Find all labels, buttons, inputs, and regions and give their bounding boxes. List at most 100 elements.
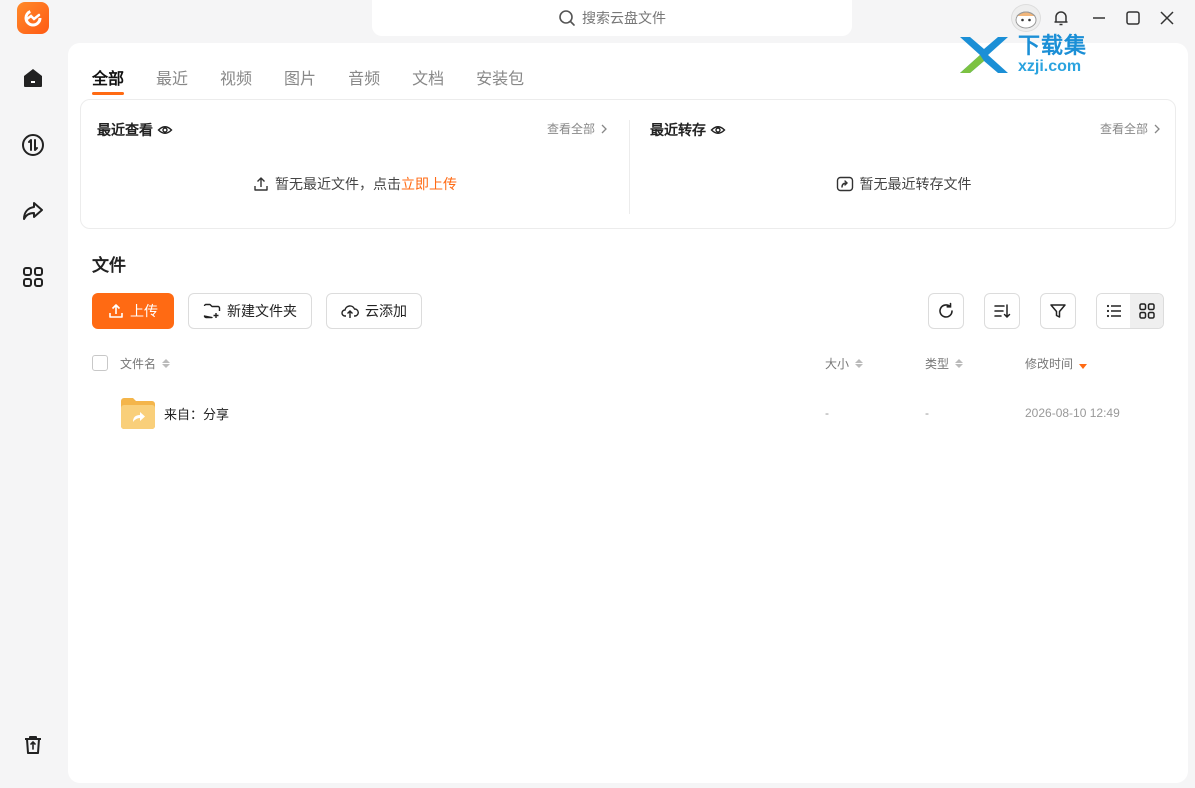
files-section-title: 文件 bbox=[92, 256, 126, 275]
table-row[interactable]: 来自：分享 - - 2026-08-10 12:49 bbox=[92, 391, 1164, 435]
file-name: 来自：分享 bbox=[164, 406, 230, 422]
column-name-label: 文件名 bbox=[120, 357, 157, 371]
recent-saved-empty: 暂无最近转存文件 bbox=[630, 174, 1177, 194]
minimize-button[interactable] bbox=[1089, 8, 1109, 28]
grid-icon bbox=[23, 267, 43, 287]
sort-button[interactable] bbox=[984, 293, 1020, 329]
list-view-button[interactable] bbox=[1097, 294, 1130, 328]
tab-video[interactable]: 视频 bbox=[220, 65, 252, 95]
select-all-checkbox[interactable] bbox=[92, 355, 108, 371]
bell-icon bbox=[1054, 11, 1068, 26]
tab-recent[interactable]: 最近 bbox=[156, 65, 188, 95]
sort-icon bbox=[994, 304, 1011, 319]
minimize-icon bbox=[1093, 17, 1105, 19]
upload-now-link[interactable]: 立即上传 bbox=[401, 174, 457, 194]
file-type: - bbox=[925, 406, 929, 420]
close-icon bbox=[1160, 11, 1174, 25]
filter-button[interactable] bbox=[1040, 293, 1076, 329]
tab-document[interactable]: 文档 bbox=[412, 65, 444, 95]
tab-package[interactable]: 安装包 bbox=[476, 65, 524, 95]
file-table-header: 文件名 大小 类型 修改时间 bbox=[92, 355, 1164, 375]
sidebar bbox=[0, 0, 66, 788]
column-name[interactable]: 文件名 bbox=[120, 355, 171, 372]
watermark-en: xzji.com bbox=[1018, 58, 1082, 75]
view-all-label: 查看全部 bbox=[1099, 122, 1148, 136]
sort-icon bbox=[955, 359, 964, 368]
tab-all[interactable]: 全部 bbox=[92, 65, 125, 95]
column-type[interactable]: 类型 bbox=[925, 355, 964, 372]
cloud-upload-icon bbox=[341, 305, 359, 318]
app-logo bbox=[17, 2, 49, 34]
home-icon bbox=[24, 69, 42, 87]
recent-panel: 最近查看 查看全部 暂无最近文件，点击 立即上传 最近转存 查看全部 暂无最近转… bbox=[80, 99, 1176, 229]
chevron-right-icon bbox=[601, 124, 607, 133]
new-folder-button[interactable]: 新建文件夹 bbox=[188, 293, 312, 329]
notification-button[interactable] bbox=[1051, 8, 1071, 28]
column-size[interactable]: 大小 bbox=[825, 355, 864, 372]
upload-button[interactable]: 上传 bbox=[92, 293, 174, 329]
recent-saved-title-text: 最近转存 bbox=[650, 122, 706, 138]
watermark: 下载集 xzji.com bbox=[956, 33, 1106, 77]
file-modified: 2026-08-10 12:49 bbox=[1025, 406, 1120, 420]
close-button[interactable] bbox=[1157, 8, 1177, 28]
upload-icon bbox=[254, 177, 268, 191]
empty-message: 暂无最近转存文件 bbox=[859, 176, 972, 192]
nav-apps[interactable] bbox=[18, 262, 48, 292]
save-to-icon bbox=[836, 176, 853, 192]
avatar[interactable] bbox=[1011, 4, 1041, 32]
nav-home[interactable] bbox=[18, 63, 48, 93]
tab-audio[interactable]: 音频 bbox=[348, 65, 380, 95]
refresh-icon bbox=[939, 302, 953, 318]
filter-icon bbox=[1050, 304, 1066, 318]
watermark-logo-icon bbox=[960, 37, 1008, 73]
cloud-add-button[interactable]: 云添加 bbox=[326, 293, 422, 329]
main-panel: 全部 最近 视频 图片 音频 文档 安装包 下载集 xzji.com 最近查看 bbox=[68, 35, 1188, 783]
maximize-icon bbox=[1126, 11, 1140, 25]
logo-icon bbox=[24, 9, 42, 27]
search-placeholder: 搜索云盘文件 bbox=[582, 10, 666, 26]
view-toggle bbox=[1096, 293, 1164, 329]
search-icon bbox=[559, 10, 575, 26]
recent-saved: 最近转存 查看全部 暂无最近转存文件 bbox=[629, 120, 1177, 214]
recent-viewed-title-text: 最近查看 bbox=[97, 122, 153, 138]
nav-transfer[interactable] bbox=[18, 130, 48, 160]
maximize-button[interactable] bbox=[1123, 8, 1143, 28]
upload-icon bbox=[109, 304, 123, 318]
category-tabs: 全部 最近 视频 图片 音频 文档 安装包 bbox=[92, 65, 556, 95]
recent-saved-view-all[interactable]: 查看全部 bbox=[1100, 120, 1162, 137]
shared-folder-icon bbox=[121, 398, 155, 429]
list-icon bbox=[1106, 304, 1121, 318]
cloud-add-label: 云添加 bbox=[365, 303, 407, 319]
nav-share[interactable] bbox=[18, 196, 48, 226]
eye-icon bbox=[157, 126, 173, 134]
watermark-cn: 下载集 bbox=[1018, 33, 1088, 58]
recent-saved-title: 最近转存 bbox=[650, 120, 726, 140]
grid-view-button[interactable] bbox=[1130, 294, 1163, 328]
new-folder-icon bbox=[203, 303, 221, 319]
refresh-button[interactable] bbox=[928, 293, 964, 329]
avatar-icon bbox=[1015, 11, 1037, 29]
trash-icon bbox=[25, 736, 41, 754]
file-name-cell: 来自：分享 bbox=[120, 391, 229, 435]
recent-viewed: 最近查看 查看全部 暂无最近文件，点击 立即上传 bbox=[81, 100, 629, 228]
view-all-label: 查看全部 bbox=[546, 122, 595, 136]
file-size: - bbox=[825, 406, 829, 420]
search-bar[interactable]: 搜索云盘文件 bbox=[372, 0, 852, 36]
eye-icon bbox=[710, 126, 726, 134]
new-folder-label: 新建文件夹 bbox=[227, 303, 297, 319]
empty-message: 暂无最近文件，点击 bbox=[275, 176, 401, 192]
sort-icon bbox=[855, 359, 864, 368]
chevron-right-icon bbox=[1154, 124, 1160, 133]
transfer-icon bbox=[22, 134, 44, 156]
recent-viewed-empty: 暂无最近文件，点击 立即上传 bbox=[81, 174, 629, 194]
column-size-label: 大小 bbox=[825, 357, 850, 371]
recent-viewed-view-all[interactable]: 查看全部 bbox=[547, 120, 609, 137]
column-type-label: 类型 bbox=[925, 357, 950, 371]
upload-button-label: 上传 bbox=[130, 303, 158, 319]
nav-trash[interactable] bbox=[18, 730, 48, 760]
recent-viewed-title: 最近查看 bbox=[97, 120, 173, 140]
share-icon bbox=[23, 202, 43, 220]
column-modified[interactable]: 修改时间 bbox=[1025, 355, 1088, 372]
sort-desc-icon bbox=[1079, 359, 1088, 369]
tab-image[interactable]: 图片 bbox=[284, 65, 316, 95]
